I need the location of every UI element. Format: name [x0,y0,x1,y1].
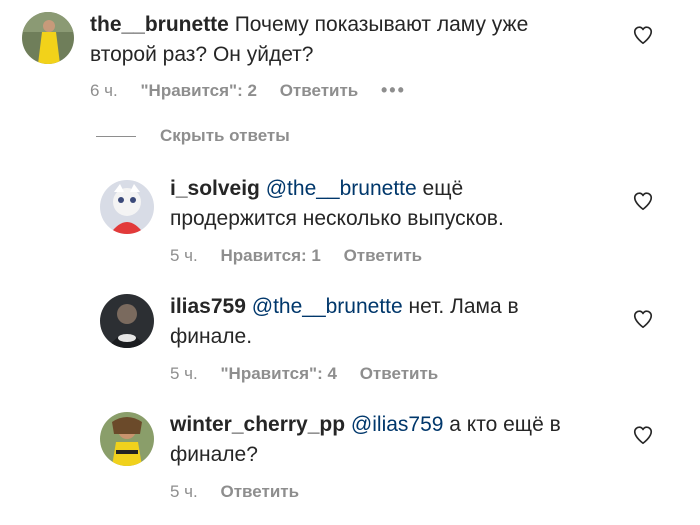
comment-meta: 6 ч. "Нравится": 2 Ответить ••• [90,80,424,101]
hide-replies-label: Скрыть ответы [160,126,290,145]
avatar[interactable] [100,294,154,348]
avatar[interactable] [22,12,74,64]
reply-button[interactable]: Ответить [221,482,300,501]
more-options-button[interactable]: ••• [381,80,406,100]
avatar[interactable] [100,412,154,466]
reply-button[interactable]: Ответить [360,364,439,383]
reply-username[interactable]: winter_cherry_pp [170,413,345,436]
comment-time[interactable]: 6 ч. [90,81,118,100]
reply-mention[interactable]: @ilias759 [351,413,444,436]
likes-count-button[interactable]: "Нравится": 4 [221,364,337,383]
reply-button[interactable]: Ответить [280,81,359,100]
comment-text: the__brunette Почему показывают ламу уже… [90,10,560,70]
reply-text: i_solveig @the__brunette ещё продержится… [170,174,570,234]
heart-outline-icon[interactable] [632,424,654,446]
reply-username[interactable]: ilias759 [170,295,246,318]
divider-line [96,135,136,137]
reply-mention[interactable]: @the__brunette [252,295,403,318]
comment-username[interactable]: the__brunette [90,13,229,36]
reply-meta: 5 ч. Ответить [170,482,317,502]
reply-button[interactable]: Ответить [344,246,423,265]
reply-text: winter_cherry_pp @ilias759 а кто ещё в ф… [170,410,590,470]
heart-outline-icon[interactable] [632,308,654,330]
reply-meta: 5 ч. Нравится: 1 Ответить [170,246,440,266]
reply-time[interactable]: 5 ч. [170,246,198,265]
likes-count-button[interactable]: "Нравится": 2 [141,81,257,100]
reply-username[interactable]: i_solveig [170,177,260,200]
reply-meta: 5 ч. "Нравится": 4 Ответить [170,364,456,384]
heart-outline-icon[interactable] [632,190,654,212]
likes-count-button[interactable]: Нравится: 1 [221,246,321,265]
reply-text: ilias759 @the__brunette нет. Лама в фина… [170,292,590,352]
reply-time[interactable]: 5 ч. [170,482,198,501]
hide-replies-button[interactable]: Скрыть ответы [96,126,290,146]
heart-outline-icon[interactable] [632,24,654,46]
avatar[interactable] [100,180,154,234]
reply-time[interactable]: 5 ч. [170,364,198,383]
reply-mention[interactable]: @the__brunette [266,177,417,200]
